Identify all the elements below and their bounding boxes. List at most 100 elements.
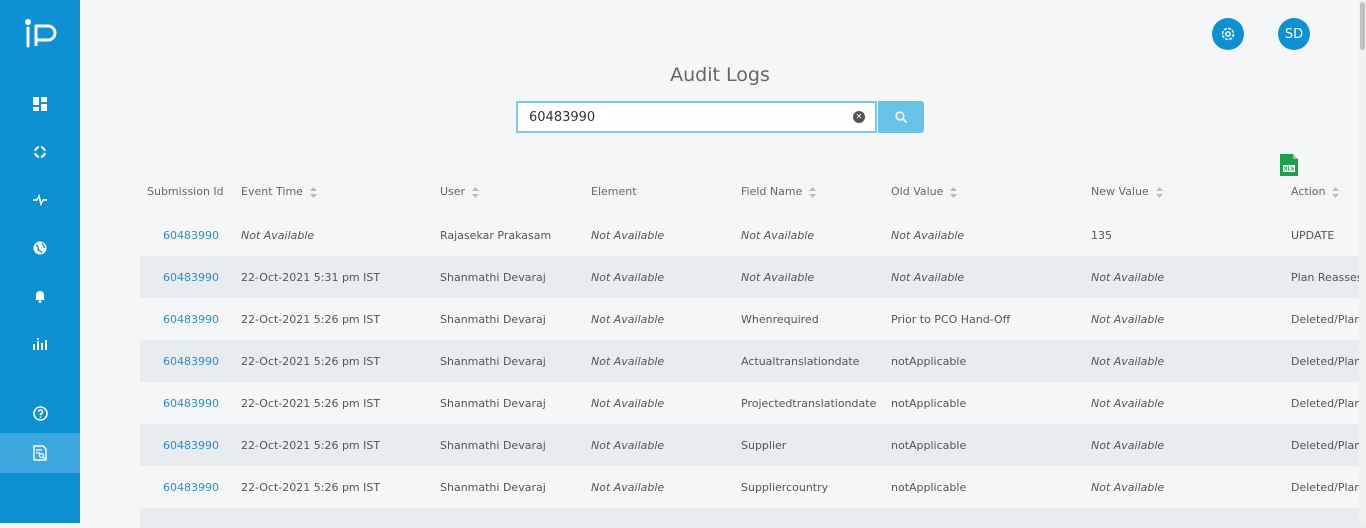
table-cell: Not Available	[741, 229, 815, 242]
column-header-label: Action	[1291, 185, 1326, 198]
table-cell: Not Available	[1091, 481, 1165, 494]
table-cell: Projectedtranslationdate	[741, 397, 877, 410]
search-bar: ✕	[516, 101, 924, 133]
sidebar	[0, 0, 80, 523]
table-cell: Deleted/Plan R	[1291, 355, 1366, 368]
submission-id-link[interactable]: 60483990	[163, 439, 219, 452]
column-header[interactable]: Event Time	[241, 185, 317, 198]
table-cell: 22-Oct-2021 5:26 pm IST	[241, 313, 381, 326]
table-cell: 135	[1091, 229, 1112, 242]
table-cell: Not Available	[1091, 439, 1165, 452]
table-row: 60483990 22-Oct-2021 5:26 pm IST Shanmathi…	[140, 424, 1366, 466]
target-icon[interactable]	[30, 142, 50, 162]
clear-icon[interactable]: ✕	[853, 111, 865, 123]
table-cell: Not Available	[591, 439, 665, 452]
activity-icon[interactable]	[30, 190, 50, 210]
audit-log-icon	[30, 443, 50, 463]
globe-icon[interactable]	[30, 238, 50, 258]
column-header-label: Old Value	[891, 185, 944, 198]
column-header-label: Submission Id	[147, 185, 224, 198]
column-header[interactable]: User	[440, 185, 480, 198]
table-cell: notApplicable	[891, 439, 967, 452]
table-cell: 22-Oct-2021 5:26 pm IST	[241, 439, 381, 452]
column-header-label: Element	[591, 185, 637, 198]
table-cell: Plan Reassesse	[1291, 271, 1366, 284]
table-cell: Deleted/Plan R	[1291, 481, 1366, 494]
table-cell: Shanmathi Devaraj	[440, 355, 546, 368]
page-title: Audit Logs	[670, 64, 770, 86]
search-button[interactable]	[878, 101, 924, 133]
table-cell: Not Available	[741, 271, 815, 284]
app-logo[interactable]	[22, 18, 62, 50]
table-cell: Not Available	[891, 271, 965, 284]
table-cell: Not Available	[1091, 397, 1165, 410]
sort-icon[interactable]	[809, 186, 817, 198]
scrollbar[interactable]	[1359, 0, 1366, 523]
submission-id-link[interactable]: 60483990	[163, 355, 219, 368]
column-header[interactable]: Field Name	[741, 185, 817, 198]
column-header[interactable]: New Value	[1091, 185, 1163, 198]
gear-icon	[1221, 27, 1235, 41]
table-cell: 22-Oct-2021 5:31 pm IST	[241, 271, 381, 284]
submission-id-link[interactable]: 60483990	[163, 313, 219, 326]
sort-icon[interactable]	[309, 186, 317, 198]
column-header[interactable]: Old Value	[891, 185, 958, 198]
table-cell: Shanmathi Devaraj	[440, 439, 546, 452]
table-row: 60483990 22-Oct-2021 5:31 pm IST Shanmathi…	[140, 256, 1366, 298]
help-icon[interactable]	[30, 403, 50, 423]
table-cell: Deleted/Plan R	[1291, 313, 1366, 326]
table-cell: Deleted/Plan R	[1291, 439, 1366, 452]
table-row	[140, 508, 1366, 528]
search-icon	[894, 110, 907, 123]
table-cell: Not Available	[591, 271, 665, 284]
column-header[interactable]: Action	[1291, 185, 1340, 198]
dashboard-icon[interactable]	[30, 94, 50, 114]
table-cell: 22-Oct-2021 5:26 pm IST	[241, 355, 381, 368]
table-cell: notApplicable	[891, 355, 967, 368]
table-row: 60483990 22-Oct-2021 5:26 pm IST Shanmathi…	[140, 298, 1366, 340]
column-header-label: Field Name	[741, 185, 803, 198]
table-row: 60483990 22-Oct-2021 5:26 pm IST Shanmathi…	[140, 466, 1366, 508]
table-cell: Not Available	[591, 229, 665, 242]
avatar[interactable]: SD	[1278, 18, 1310, 50]
table-cell: Whenrequired	[741, 313, 819, 326]
table-cell: Deleted/Plan R	[1291, 397, 1366, 410]
table-cell: Not Available	[591, 397, 665, 410]
sort-icon[interactable]	[1155, 186, 1163, 198]
table-cell: notApplicable	[891, 481, 967, 494]
submission-id-link[interactable]: 60483990	[163, 271, 219, 284]
table-cell: Rajasekar Prakasam	[440, 229, 552, 242]
column-header-label: User	[440, 185, 466, 198]
table-cell: Shanmathi Devaraj	[440, 313, 546, 326]
bar-chart-icon[interactable]	[30, 334, 50, 354]
table-cell: Not Available	[1091, 271, 1165, 284]
table-cell: Not Available	[241, 229, 315, 242]
table-row: 60483990 Not Available Rajasekar Prakasam N…	[140, 214, 1366, 256]
table-cell: Shanmathi Devaraj	[440, 397, 546, 410]
column-header: Element	[591, 185, 637, 198]
table-cell: Supplier	[741, 439, 787, 452]
sort-icon[interactable]	[950, 186, 958, 198]
table-cell: notApplicable	[891, 397, 967, 410]
table-cell: Suppliercountry	[741, 481, 829, 494]
table-row: 60483990 22-Oct-2021 5:26 pm IST Shanmathi…	[140, 340, 1366, 382]
submission-id-link[interactable]: 60483990	[163, 229, 219, 242]
table-cell: Shanmathi Devaraj	[440, 481, 546, 494]
column-header-label: Event Time	[241, 185, 303, 198]
table-cell: Prior to PCO Hand-Off	[891, 313, 1011, 326]
scrollbar-thumb[interactable]	[1360, 2, 1365, 50]
avatar-initials: SD	[1284, 26, 1304, 42]
column-header-label: New Value	[1091, 185, 1149, 198]
bell-icon[interactable]	[30, 286, 50, 306]
table-cell: Actualtranslationdate	[741, 355, 860, 368]
table-cell: UPDATE	[1291, 229, 1335, 242]
sort-icon[interactable]	[472, 186, 480, 198]
sidebar-item-audit-logs[interactable]	[0, 433, 80, 473]
search-input[interactable]	[516, 101, 877, 133]
table-row: 60483990 22-Oct-2021 5:26 pm IST Shanmathi…	[140, 382, 1366, 424]
table-cell: Not Available	[1091, 355, 1165, 368]
submission-id-link[interactable]: 60483990	[163, 481, 219, 494]
submission-id-link[interactable]: 60483990	[163, 397, 219, 410]
settings-button[interactable]	[1212, 18, 1244, 50]
sort-icon[interactable]	[1332, 186, 1340, 198]
